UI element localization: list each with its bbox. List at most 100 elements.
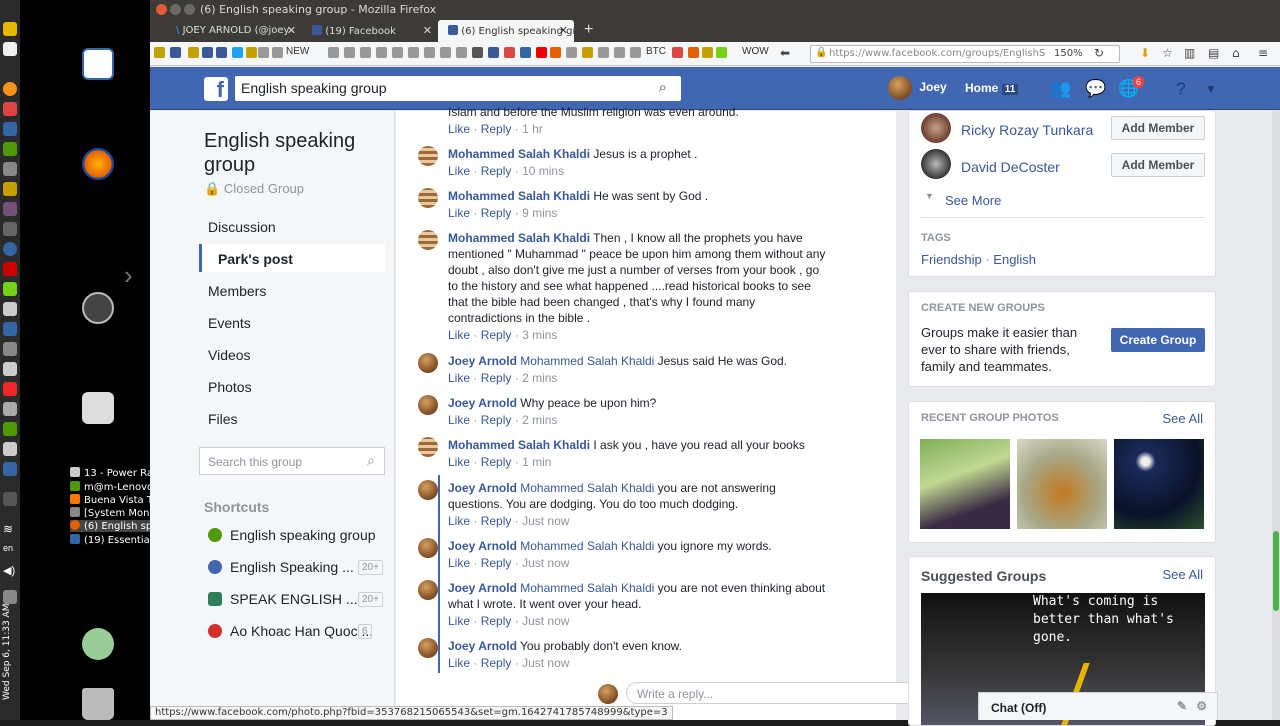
mention-link[interactable]: Mohammed Salah Khaldi bbox=[520, 581, 654, 595]
search-input[interactable]: English speaking group ⌕ bbox=[235, 76, 681, 101]
bookmark-icon[interactable] bbox=[630, 47, 641, 58]
search-icon[interactable]: ⌕ bbox=[659, 79, 667, 96]
bookmark-icon[interactable] bbox=[688, 47, 699, 58]
avatar[interactable] bbox=[418, 638, 438, 658]
trash-icon[interactable] bbox=[82, 688, 114, 720]
nav-files[interactable]: Files bbox=[208, 411, 238, 427]
bookmark-icon[interactable] bbox=[246, 47, 257, 58]
download-icon[interactable]: ⬇ bbox=[1140, 46, 1150, 60]
nav-members[interactable]: Members bbox=[208, 283, 266, 299]
scrollbar-thumb[interactable] bbox=[1273, 531, 1279, 611]
menu-icon[interactable]: ≡ bbox=[1258, 46, 1268, 60]
shortcut-item[interactable]: English Speaking ... bbox=[208, 559, 354, 575]
indicator-icon[interactable] bbox=[3, 402, 17, 416]
shortcut-item[interactable]: English speaking group bbox=[208, 527, 376, 543]
add-member-button[interactable]: Add Member bbox=[1111, 153, 1205, 177]
bookmark-icon[interactable] bbox=[344, 47, 355, 58]
gmail-icon[interactable] bbox=[504, 47, 515, 58]
home-link[interactable]: Home 11 bbox=[965, 81, 1019, 95]
indicator-icon[interactable] bbox=[3, 342, 17, 356]
mention-link[interactable]: Mohammed Salah Khaldi bbox=[520, 539, 654, 553]
avatar[interactable] bbox=[418, 538, 438, 558]
zoom-level[interactable]: 150% bbox=[1054, 48, 1083, 59]
bookmark-new[interactable]: NEW bbox=[286, 46, 309, 57]
reply-link[interactable]: Reply bbox=[481, 556, 512, 570]
suggested-see-all-link[interactable]: See All bbox=[1163, 567, 1203, 582]
reply-link[interactable]: Reply bbox=[481, 164, 512, 178]
help-icon[interactable]: ? bbox=[1170, 79, 1192, 99]
bookmark-icon[interactable] bbox=[472, 47, 483, 58]
comment-time[interactable]: 2 mins bbox=[522, 371, 557, 385]
file-manager-icon[interactable] bbox=[82, 392, 114, 424]
chevron-right-icon[interactable]: › bbox=[124, 260, 133, 291]
friend-requests-icon[interactable]: 👥 bbox=[1050, 79, 1072, 99]
indicator-icon[interactable] bbox=[3, 122, 17, 136]
bookmark-icon[interactable] bbox=[376, 47, 387, 58]
bookmark-icon[interactable] bbox=[550, 47, 561, 58]
avatar[interactable] bbox=[418, 146, 438, 166]
tag-link[interactable]: Friendship bbox=[921, 252, 982, 267]
facebook-logo-icon[interactable]: f bbox=[204, 77, 228, 101]
avatar[interactable] bbox=[418, 437, 438, 457]
indicator-icon[interactable] bbox=[3, 142, 17, 156]
chat-bar[interactable]: Chat (Off) ✎ ⚙ bbox=[978, 692, 1218, 720]
avatar[interactable] bbox=[418, 395, 438, 415]
ubuntu-icon[interactable] bbox=[82, 292, 114, 324]
avatar[interactable] bbox=[418, 230, 438, 250]
comment-time[interactable]: Just now bbox=[522, 514, 569, 528]
indicator-icon[interactable] bbox=[3, 162, 17, 176]
nav-photos[interactable]: Photos bbox=[208, 379, 252, 395]
indicator-icon[interactable] bbox=[3, 322, 17, 336]
like-link[interactable]: Like bbox=[448, 556, 470, 570]
account-menu-icon[interactable]: ▼ bbox=[1200, 82, 1222, 102]
indicator-icon[interactable] bbox=[3, 282, 17, 296]
language-indicator[interactable]: en bbox=[3, 543, 13, 553]
bookmark-icon[interactable] bbox=[702, 47, 713, 58]
like-link[interactable]: Like bbox=[448, 514, 470, 528]
close-tab-icon[interactable]: ✕ bbox=[559, 24, 568, 37]
indicator-icon[interactable] bbox=[3, 462, 17, 476]
shortcut-item[interactable]: SPEAK ENGLISH ... bbox=[208, 591, 358, 607]
comment-time[interactable]: 1 min bbox=[522, 455, 551, 469]
youtube-icon[interactable] bbox=[536, 47, 547, 58]
indicator-icon[interactable] bbox=[3, 202, 17, 216]
comment-time[interactable]: 3 mins bbox=[522, 328, 557, 342]
indicator-icon[interactable] bbox=[3, 262, 17, 276]
bookmark-icon[interactable] bbox=[488, 47, 499, 58]
back-icon[interactable]: ⬅ bbox=[780, 46, 790, 60]
bookmark-icon[interactable] bbox=[392, 47, 403, 58]
bookmark-icon[interactable] bbox=[216, 47, 227, 58]
library-icon[interactable]: ▥ bbox=[1184, 46, 1195, 60]
bookmark-icon[interactable] bbox=[716, 47, 727, 58]
reader-icon[interactable]: ▤ bbox=[1208, 46, 1219, 60]
group-photo[interactable] bbox=[1017, 439, 1107, 529]
close-tab-icon[interactable]: ✕ bbox=[423, 24, 432, 37]
messenger-icon[interactable]: 💬 bbox=[1085, 79, 1107, 99]
comment-time[interactable]: 2 mins bbox=[522, 413, 557, 427]
group-title[interactable]: English speaking group bbox=[204, 129, 384, 177]
mention-link[interactable]: Mohammed Salah Khaldi bbox=[520, 354, 654, 368]
like-link[interactable]: Like bbox=[448, 455, 470, 469]
indicator-icon[interactable] bbox=[3, 222, 17, 236]
comment-author[interactable]: Joey Arnold bbox=[448, 481, 517, 495]
avatar[interactable] bbox=[418, 580, 438, 600]
wifi-icon[interactable]: ≋ bbox=[3, 522, 17, 536]
comment-time[interactable]: 10 mins bbox=[522, 164, 564, 178]
bookmark-icon[interactable] bbox=[202, 47, 213, 58]
indicator-icon[interactable] bbox=[3, 242, 17, 256]
mention-link[interactable]: Mohammed Salah Khaldi bbox=[520, 481, 654, 495]
close-window-icon[interactable] bbox=[156, 4, 167, 15]
comment-author[interactable]: Joey Arnold bbox=[448, 354, 517, 368]
reply-link[interactable]: Reply bbox=[481, 122, 512, 136]
indicator-icon[interactable] bbox=[3, 42, 17, 56]
search-icon[interactable]: ⌕ bbox=[367, 452, 375, 469]
indicator-icon[interactable] bbox=[3, 422, 17, 436]
comment-author[interactable]: Mohammed Salah Khaldi bbox=[448, 231, 590, 245]
reply-link[interactable]: Reply bbox=[481, 206, 512, 220]
document-app-icon[interactable] bbox=[82, 48, 114, 80]
battery-icon[interactable] bbox=[3, 590, 17, 604]
bookmark-icon[interactable] bbox=[170, 47, 181, 58]
reply-link[interactable]: Reply bbox=[481, 371, 512, 385]
nav-discussion[interactable]: Discussion bbox=[208, 219, 276, 235]
bookmark-icon[interactable] bbox=[424, 47, 435, 58]
